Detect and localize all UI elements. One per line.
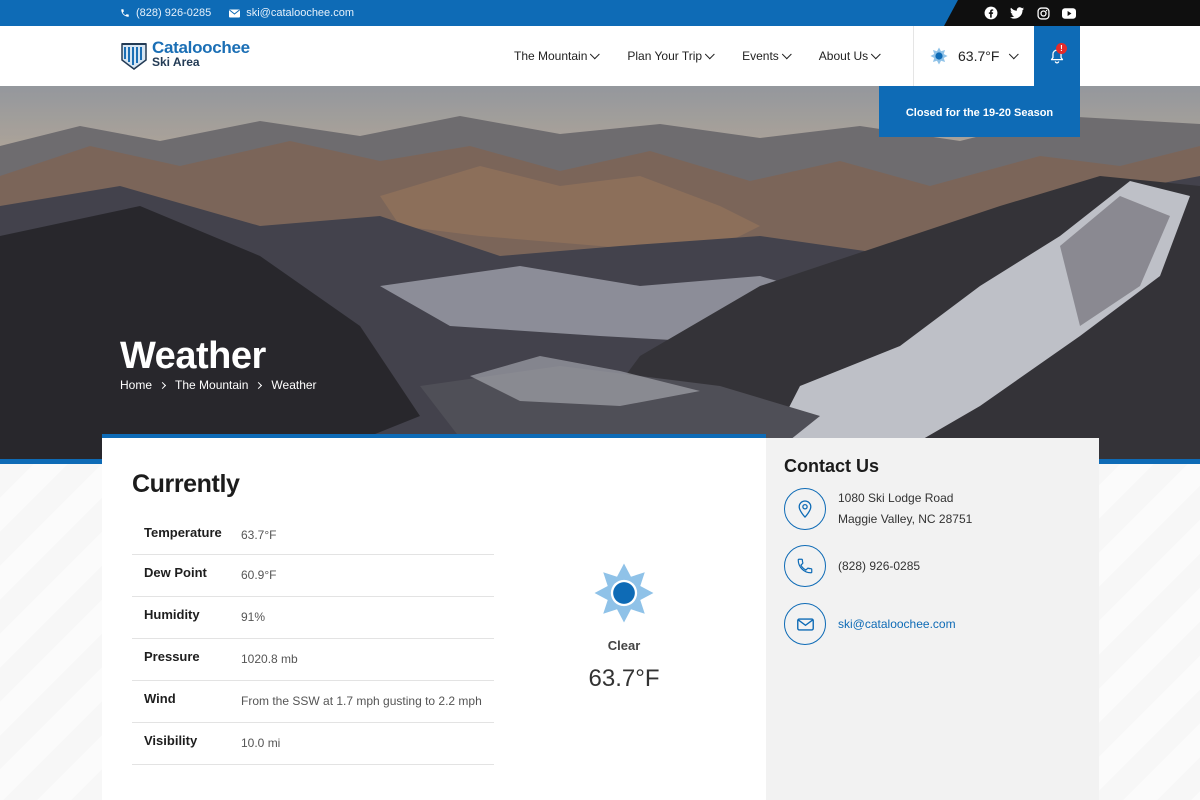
page-title: Weather <box>120 335 266 377</box>
chevron-down-icon <box>704 48 715 59</box>
hero-image <box>0 86 1200 464</box>
mountain-landscape-image <box>0 86 1200 464</box>
chevron-right-icon <box>158 381 167 389</box>
row-value: 91% <box>241 596 494 639</box>
season-status-banner[interactable]: Closed for the 19-20 Season <box>879 86 1080 137</box>
weather-conditions-table: Temperature 63.7°F Dew Point 60.9°F Humi… <box>132 517 494 765</box>
top-bar: (828) 926-0285 ski@cataloochee.com <box>0 0 1200 26</box>
instagram-icon[interactable] <box>1036 6 1050 20</box>
alerts-button[interactable]: ! <box>1034 26 1080 86</box>
header-weather-dropdown[interactable]: 63.7°F <box>913 26 1033 86</box>
envelope-icon <box>229 9 241 17</box>
address-line-1: 1080 Ski Lodge Road <box>838 491 954 505</box>
breadcrumb: Home The Mountain Weather <box>120 378 317 392</box>
chevron-right-icon <box>255 381 263 389</box>
nav-label: The Mountain <box>514 49 588 63</box>
row-value: 1020.8 mb <box>241 638 494 681</box>
header-weather-temp: 63.7°F <box>958 48 1000 64</box>
sun-icon <box>930 47 948 65</box>
current-temperature: 63.7°F <box>588 665 660 692</box>
currently-heading: Currently <box>132 470 240 498</box>
nav-the-mountain[interactable]: The Mountain <box>514 48 601 63</box>
envelope-icon <box>784 603 826 645</box>
row-value: 10.0 mi <box>241 722 494 765</box>
main-nav: The Mountain Plan Your Trip Events About… <box>514 26 881 86</box>
table-row: Visibility 10.0 mi <box>132 722 494 765</box>
row-label: Humidity <box>132 596 241 639</box>
nav-plan-your-trip[interactable]: Plan Your Trip <box>627 48 715 63</box>
youtube-icon[interactable] <box>1062 6 1076 20</box>
row-label: Visibility <box>132 722 241 765</box>
phone-icon <box>784 545 826 587</box>
nav-label: About Us <box>818 49 869 63</box>
table-row: Pressure 1020.8 mb <box>132 638 494 681</box>
map-pin-icon <box>784 488 826 530</box>
phone-icon <box>121 9 129 17</box>
current-weather-card: Currently Temperature 63.7°F Dew Point 6… <box>102 434 766 800</box>
chevron-down-icon <box>590 48 601 59</box>
top-contact: (828) 926-0285 ski@cataloochee.com <box>120 0 354 26</box>
row-value: 60.9°F <box>241 554 494 597</box>
table-row: Wind From the SSW at 1.7 mph gusting to … <box>132 680 494 723</box>
address-line-2: Maggie Valley, NC 28751 <box>838 512 973 526</box>
row-label: Temperature <box>132 517 241 555</box>
contact-address: 1080 Ski Lodge Road Maggie Valley, NC 28… <box>784 488 972 530</box>
row-label: Wind <box>132 680 241 723</box>
social-links <box>944 0 1200 26</box>
contact-phone-text[interactable]: (828) 926-0285 <box>838 556 920 577</box>
alert-badge: ! <box>1056 43 1067 54</box>
contact-email: ski@cataloochee.com <box>784 603 956 645</box>
top-email-link[interactable]: ski@cataloochee.com <box>229 7 354 19</box>
twitter-icon[interactable] <box>1010 6 1024 20</box>
row-value: 63.7°F <box>241 517 494 555</box>
condition-text: Clear <box>607 638 641 653</box>
nav-label: Plan Your Trip <box>627 49 703 63</box>
contact-sidebar: Contact Us 1080 Ski Lodge Road Maggie Va… <box>766 438 1099 800</box>
logo-subtitle: Ski Area <box>152 55 200 69</box>
table-row: Temperature 63.7°F <box>132 517 494 555</box>
nav-label: Events <box>742 49 779 63</box>
row-label: Pressure <box>132 638 241 681</box>
breadcrumb-home[interactable]: Home <box>120 378 152 392</box>
row-label: Dew Point <box>132 554 241 597</box>
nav-events[interactable]: Events <box>742 48 792 63</box>
site-logo[interactable]: Cataloochee Ski Area <box>120 39 250 70</box>
table-row: Humidity 91% <box>132 596 494 639</box>
breadcrumb-current: Weather <box>271 378 317 392</box>
top-phone-link[interactable]: (828) 926-0285 <box>120 7 211 19</box>
site-header: Cataloochee Ski Area The Mountain Plan Y… <box>0 26 1200 86</box>
breadcrumb-the-mountain[interactable]: The Mountain <box>175 378 248 392</box>
chevron-down-icon <box>1009 48 1020 59</box>
contact-phone: (828) 926-0285 <box>784 545 920 587</box>
row-value: From the SSW at 1.7 mph gusting to 2.2 m… <box>241 680 494 723</box>
top-email-text: ski@cataloochee.com <box>246 7 355 19</box>
contact-email-link[interactable]: ski@cataloochee.com <box>838 614 956 635</box>
logo-mountain-icon <box>121 43 147 70</box>
nav-about-us[interactable]: About Us <box>818 48 881 63</box>
contact-heading: Contact Us <box>784 456 880 476</box>
chevron-down-icon <box>870 48 881 59</box>
top-phone-text: (828) 926-0285 <box>136 7 212 19</box>
sun-icon <box>594 563 654 623</box>
chevron-down-icon <box>781 48 792 59</box>
current-condition: Clear 63.7°F <box>574 562 674 693</box>
table-row: Dew Point 60.9°F <box>132 554 494 597</box>
facebook-icon[interactable] <box>984 6 998 20</box>
